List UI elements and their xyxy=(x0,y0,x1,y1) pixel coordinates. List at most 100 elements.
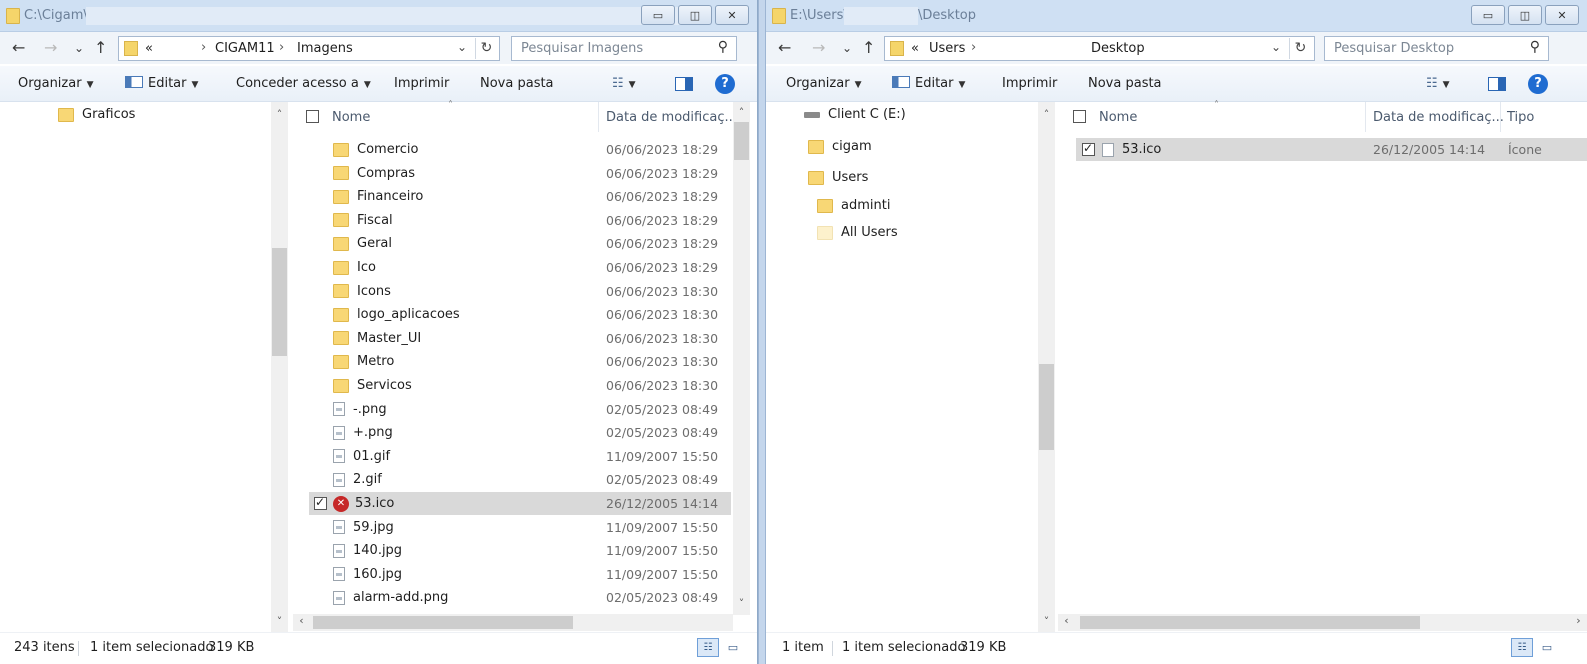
scroll-left-icon[interactable]: ‹ xyxy=(293,614,310,627)
recent-locations-icon[interactable]: ⌄ xyxy=(74,38,84,58)
nav-item-graficos[interactable]: Graficos xyxy=(58,107,135,122)
preview-pane-icon[interactable] xyxy=(1488,77,1506,91)
organize-button[interactable]: Organizar ▼ xyxy=(786,76,861,91)
refresh-icon[interactable]: ↻ xyxy=(475,38,497,59)
file-row[interactable]: 59.jpg 11/09/2007 15:50 xyxy=(309,516,731,539)
preview-pane-icon[interactable] xyxy=(675,77,693,91)
forward-icon[interactable]: → xyxy=(812,38,825,58)
details-view-icon[interactable]: ☷ xyxy=(1511,638,1533,657)
view-options-icon[interactable]: ☷ ▼ xyxy=(1426,76,1450,91)
details-view-icon[interactable]: ☷ xyxy=(697,638,719,657)
large-icons-view-icon[interactable]: ▭ xyxy=(1538,639,1556,656)
title-bar[interactable]: C:\Cigam\ ▭ ◫ ✕ xyxy=(0,0,757,32)
new-folder-button[interactable]: Nova pasta xyxy=(480,76,554,91)
checkbox[interactable] xyxy=(1073,110,1086,123)
column-header-date[interactable]: Data de modificaç... xyxy=(606,110,737,136)
minimize-button[interactable]: ▭ xyxy=(641,5,675,25)
search-input[interactable]: Pesquisar Imagens ⚲ xyxy=(511,36,737,61)
chevron-down-icon[interactable]: ⌄ xyxy=(1271,40,1281,54)
scroll-thumb[interactable] xyxy=(1039,364,1054,450)
breadcrumb-users[interactable]: Users xyxy=(929,41,965,56)
view-options-icon[interactable]: ☷ ▼ xyxy=(612,76,636,91)
search-input[interactable]: Pesquisar Desktop ⚲ xyxy=(1324,36,1549,61)
column-header-type[interactable]: Tipo xyxy=(1507,110,1534,136)
column-divider[interactable] xyxy=(598,102,599,132)
file-row[interactable]: +.png 02/05/2023 08:49 xyxy=(309,421,731,444)
file-row[interactable]: 01.gif 11/09/2007 15:50 xyxy=(309,445,731,468)
file-row[interactable]: Geral 06/06/2023 18:29 xyxy=(309,232,731,255)
file-row[interactable]: 140.jpg 11/09/2007 15:50 xyxy=(309,539,731,562)
breadcrumb-overflow[interactable]: « xyxy=(145,41,153,56)
scroll-down-icon[interactable]: ˅ xyxy=(1038,615,1055,628)
forward-icon[interactable]: → xyxy=(44,38,57,58)
recent-locations-icon[interactable]: ⌄ xyxy=(842,38,852,58)
scroll-down-icon[interactable]: ˅ xyxy=(271,615,288,628)
column-header-date[interactable]: Data de modificaç... xyxy=(1373,110,1504,136)
file-row[interactable]: ✕ 53.ico 26/12/2005 14:14 xyxy=(309,492,731,515)
close-button[interactable]: ✕ xyxy=(715,5,749,25)
scroll-down-icon[interactable]: ˅ xyxy=(733,597,750,610)
column-divider[interactable] xyxy=(1500,102,1501,132)
print-button[interactable]: Imprimir xyxy=(1002,76,1057,91)
select-all-checkbox[interactable] xyxy=(1073,104,1086,130)
scroll-up-icon[interactable]: ˄ xyxy=(271,108,288,121)
file-list-hscrollbar[interactable]: ‹ xyxy=(293,614,733,631)
organize-button[interactable]: Organizar ▼ xyxy=(18,76,93,91)
maximize-button[interactable]: ◫ xyxy=(1508,5,1542,25)
scroll-thumb[interactable] xyxy=(734,122,749,160)
title-bar[interactable]: E:\Users\ \Desktop ▭ ◫ ✕ xyxy=(766,0,1587,32)
maximize-button[interactable]: ◫ xyxy=(678,5,712,25)
back-icon[interactable]: ← xyxy=(12,38,25,58)
nav-item-cigam[interactable]: cigam xyxy=(808,139,872,154)
nav-item-all-users[interactable]: All Users xyxy=(817,225,898,240)
up-icon[interactable]: ↑ xyxy=(862,38,875,58)
large-icons-view-icon[interactable]: ▭ xyxy=(724,639,742,656)
column-header-name[interactable]: Nome xyxy=(1099,110,1137,136)
edit-button[interactable]: Editar ▼ xyxy=(125,76,198,91)
back-icon[interactable]: ← xyxy=(778,38,791,58)
share-button[interactable]: Conceder acesso a ▼ xyxy=(236,76,371,91)
select-all-checkbox[interactable] xyxy=(306,104,319,130)
file-row[interactable]: -.png 02/05/2023 08:49 xyxy=(309,398,731,421)
nav-scrollbar[interactable]: ˄ ˅ xyxy=(271,102,288,632)
scroll-thumb[interactable] xyxy=(313,616,573,629)
close-button[interactable]: ✕ xyxy=(1545,5,1579,25)
scroll-thumb[interactable] xyxy=(272,248,287,356)
file-row[interactable]: Compras 06/06/2023 18:29 xyxy=(309,162,731,185)
help-icon[interactable]: ? xyxy=(715,74,735,94)
address-bar[interactable]: « Users › Desktop ⌄ ↻ xyxy=(884,36,1315,61)
file-row[interactable]: logo_aplicacoes 06/06/2023 18:30 xyxy=(309,303,731,326)
scroll-left-icon[interactable]: ‹ xyxy=(1058,614,1075,627)
file-row[interactable]: Fiscal 06/06/2023 18:29 xyxy=(309,209,731,232)
edit-button[interactable]: Editar ▼ xyxy=(892,76,965,91)
file-row[interactable]: Ico 06/06/2023 18:29 xyxy=(309,256,731,279)
scroll-thumb[interactable] xyxy=(1080,616,1420,629)
breadcrumb-imagens[interactable]: Imagens xyxy=(297,41,353,56)
row-checkbox[interactable] xyxy=(1082,141,1095,156)
file-row[interactable]: Icons 06/06/2023 18:30 xyxy=(309,280,731,303)
breadcrumb-desktop[interactable]: Desktop xyxy=(1091,41,1145,56)
print-button[interactable]: Imprimir xyxy=(394,76,449,91)
refresh-icon[interactable]: ↻ xyxy=(1289,38,1311,59)
column-header-name[interactable]: Nome xyxy=(332,110,370,136)
file-row[interactable]: 53.ico 26/12/2005 14:14 Ícone xyxy=(1076,138,1587,161)
nav-item-client-c[interactable]: Client C (E:) xyxy=(804,107,906,122)
row-checkbox[interactable] xyxy=(314,495,327,510)
file-list-vscrollbar[interactable]: ˄ ˅ xyxy=(733,102,750,615)
scroll-up-icon[interactable]: ˄ xyxy=(1038,108,1055,121)
column-divider[interactable] xyxy=(1365,102,1366,132)
scroll-right-icon[interactable]: › xyxy=(1570,614,1587,627)
scroll-up-icon[interactable]: ˄ xyxy=(733,106,750,119)
file-row[interactable]: 2.gif 02/05/2023 08:49 xyxy=(309,468,731,491)
help-icon[interactable]: ? xyxy=(1528,74,1548,94)
nav-scrollbar[interactable]: ˄ ˅ xyxy=(1038,102,1055,632)
breadcrumb-cigam11[interactable]: CIGAM11 xyxy=(215,41,275,56)
file-row[interactable]: 160.jpg 11/09/2007 15:50 xyxy=(309,563,731,586)
checkbox[interactable] xyxy=(306,110,319,123)
file-list-hscrollbar[interactable]: ‹ › xyxy=(1058,614,1587,631)
nav-item-adminti[interactable]: adminti xyxy=(817,198,890,213)
up-icon[interactable]: ↑ xyxy=(94,38,107,58)
chevron-down-icon[interactable]: ⌄ xyxy=(457,40,467,54)
file-row[interactable]: Metro 06/06/2023 18:30 xyxy=(309,350,731,373)
breadcrumb-overflow[interactable]: « xyxy=(911,41,919,56)
